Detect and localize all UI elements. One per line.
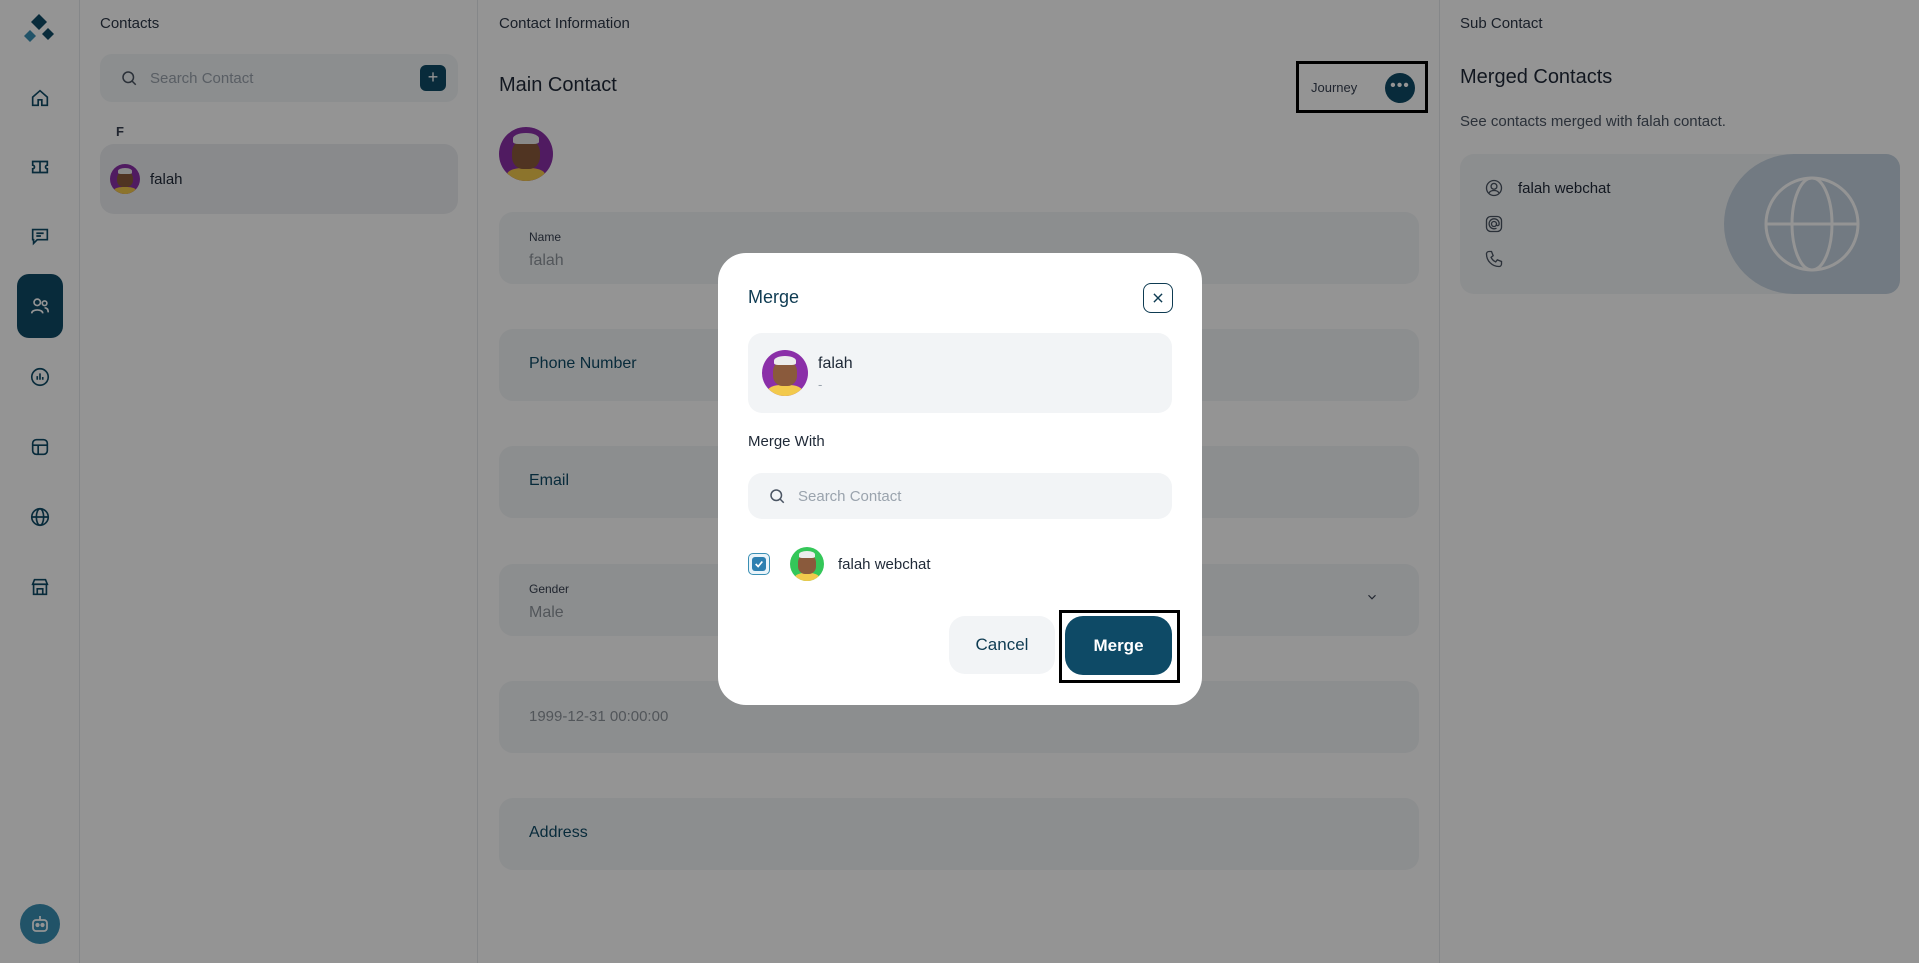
close-icon: [1153, 293, 1163, 303]
merge-button[interactable]: Merge: [1065, 616, 1172, 675]
merge-candidate-row[interactable]: falah webchat: [748, 547, 931, 581]
merge-with-label: Merge With: [748, 433, 825, 450]
main-contact-name: falah: [818, 354, 853, 372]
candidate-name: falah webchat: [838, 555, 931, 573]
merge-search-input[interactable]: Search Contact: [748, 473, 1172, 519]
cancel-button[interactable]: Cancel: [949, 616, 1055, 674]
candidate-checkbox[interactable]: [748, 553, 770, 575]
merge-search-placeholder: Search Contact: [798, 487, 902, 505]
merge-dialog-title: Merge: [748, 287, 800, 307]
main-contact-subtext: -: [818, 376, 823, 392]
search-icon: [770, 489, 785, 504]
avatar: [790, 547, 824, 581]
merge-dialog: Merge falah - Merge With Search Contact …: [718, 253, 1202, 705]
check-icon: [755, 560, 763, 568]
avatar: [762, 350, 808, 396]
main-contact-card: falah -: [748, 333, 1172, 413]
close-button[interactable]: [1143, 283, 1173, 313]
